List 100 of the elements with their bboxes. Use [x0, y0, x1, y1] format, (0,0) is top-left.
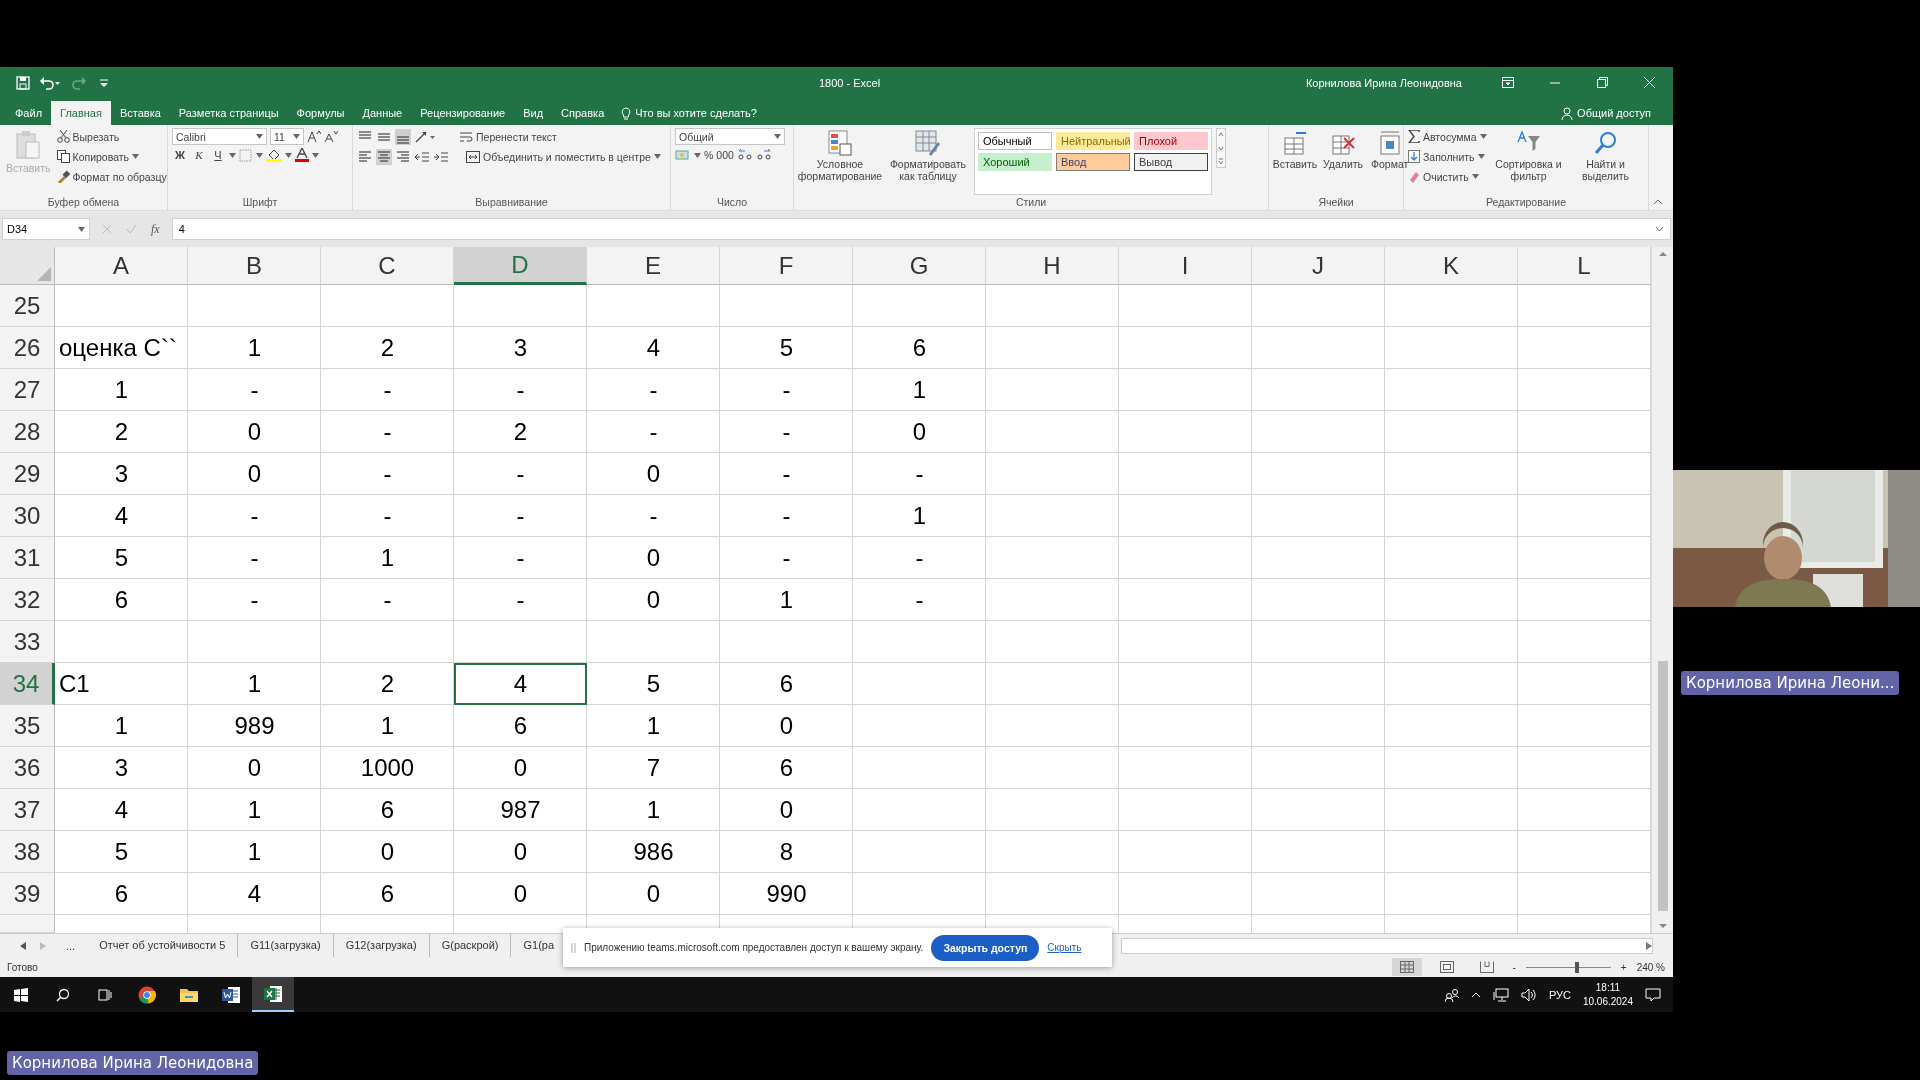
- document-app-icon[interactable]: [222, 986, 240, 1003]
- thousands-button[interactable]: 000: [716, 149, 734, 161]
- align-left-icon[interactable]: [357, 148, 373, 165]
- folder-icon[interactable]: [180, 987, 198, 1002]
- clear-button[interactable]: Очистить: [1423, 170, 1469, 183]
- column-header[interactable]: A: [55, 247, 188, 285]
- spreadsheet-app-icon[interactable]: [264, 985, 282, 1002]
- row-header[interactable]: 37: [0, 789, 55, 831]
- italic-button[interactable]: К: [191, 149, 207, 161]
- cell-style-swatch[interactable]: Обычный: [978, 132, 1052, 150]
- ribbon-tab[interactable]: Формулы: [287, 101, 354, 125]
- grow-font-icon[interactable]: [307, 130, 321, 143]
- number-format-field[interactable]: Общий: [675, 128, 785, 145]
- hide-link[interactable]: Скрыть: [1047, 942, 1082, 953]
- task-view-icon[interactable]: [98, 987, 112, 1002]
- row-header[interactable]: 27: [0, 369, 55, 411]
- gallery-scroll-icon[interactable]: [1216, 128, 1226, 168]
- expand-icon[interactable]: [1655, 226, 1664, 232]
- browser-icon[interactable]: [138, 985, 156, 1004]
- align-center-icon[interactable]: [376, 148, 392, 165]
- column-header[interactable]: D: [454, 247, 587, 285]
- ribbon-tab[interactable]: Вид: [514, 101, 553, 125]
- increase-decimal-icon[interactable]: [736, 148, 753, 162]
- notifications-icon[interactable]: [1645, 987, 1661, 1002]
- wrap-text-button[interactable]: Перенести текст: [459, 128, 557, 145]
- column-header[interactable]: H: [986, 247, 1119, 285]
- more-sheets-button[interactable]: ...: [66, 939, 76, 952]
- column-header[interactable]: B: [188, 247, 321, 285]
- underline-button[interactable]: Ч: [210, 149, 226, 161]
- previous-sheet-icon[interactable]: [20, 941, 26, 950]
- fill-button[interactable]: Заполнить: [1423, 150, 1475, 163]
- format-button[interactable]: Формат: [1369, 128, 1411, 195]
- delete-button[interactable]: Удалить: [1321, 128, 1365, 195]
- font-name-field[interactable]: Calibri: [172, 128, 267, 145]
- autosum-button[interactable]: Автосумма: [1423, 130, 1477, 143]
- input-language[interactable]: РУС: [1548, 988, 1571, 1001]
- column-header[interactable]: C: [321, 247, 454, 285]
- ribbon-tab[interactable]: Справка: [552, 101, 614, 125]
- cell-style-swatch[interactable]: Вывод: [1134, 153, 1208, 171]
- column-header[interactable]: J: [1252, 247, 1385, 285]
- customize-icon[interactable]: [100, 78, 108, 87]
- search-prompt[interactable]: Что вы хотите сделать?: [635, 107, 757, 119]
- windows-icon[interactable]: [14, 987, 28, 1002]
- percent-button[interactable]: %: [704, 149, 714, 161]
- row-header[interactable]: 35: [0, 705, 55, 747]
- row-header[interactable]: 29: [0, 453, 55, 495]
- find-select-button[interactable]: Найти и выделить: [1570, 128, 1641, 195]
- row-header[interactable]: 38: [0, 831, 55, 873]
- formula-input[interactable]: 4: [171, 218, 1671, 240]
- row-header[interactable]: 31: [0, 537, 55, 579]
- decrease-decimal-icon[interactable]: [755, 148, 772, 162]
- undo-icon[interactable]: [40, 75, 60, 90]
- share-button[interactable]: Общий доступ: [1577, 107, 1651, 119]
- row-header[interactable]: 36: [0, 747, 55, 789]
- row-header[interactable]: 33: [0, 621, 55, 663]
- column-header[interactable]: K: [1385, 247, 1518, 285]
- ribbon-tab[interactable]: Главная: [51, 101, 111, 125]
- insert-function-button[interactable]: fx: [151, 221, 160, 237]
- ribbon-tab[interactable]: Рецензирование: [411, 101, 515, 125]
- row-header[interactable]: 25: [0, 285, 55, 327]
- row-header[interactable]: 32: [0, 579, 55, 621]
- zoom-out-button[interactable]: -: [1512, 961, 1516, 973]
- copy-button[interactable]: Копировать: [72, 150, 130, 163]
- cell-style-swatch[interactable]: Ввод: [1056, 153, 1130, 171]
- column-header[interactable]: L: [1518, 247, 1651, 285]
- stop-sharing-button[interactable]: Закрыть доступ: [931, 934, 1040, 961]
- bottom-align-icon[interactable]: [395, 128, 411, 145]
- row-header[interactable]: 30: [0, 495, 55, 537]
- collapse-ribbon-icon[interactable]: [1653, 198, 1663, 206]
- cell-style-swatch[interactable]: Хороший: [978, 153, 1052, 171]
- cell-style-swatch[interactable]: Плохой: [1134, 132, 1208, 150]
- ribbon-tab[interactable]: Вставка: [110, 101, 170, 125]
- ribbon-tab[interactable]: Данные: [353, 101, 412, 125]
- row-header[interactable]: 28: [0, 411, 55, 453]
- row-header[interactable]: 39: [0, 873, 55, 915]
- ribbon-tab[interactable]: Файл: [6, 101, 52, 125]
- font-size-field[interactable]: 11: [270, 128, 304, 145]
- insert-button[interactable]: Вставить: [1273, 128, 1317, 195]
- horizontal-scrollbar[interactable]: [1121, 937, 1653, 954]
- row-header[interactable]: 26: [0, 327, 55, 369]
- volume-icon[interactable]: [1520, 987, 1537, 1002]
- format-as-table-button[interactable]: Форматировать как таблицу: [886, 128, 970, 195]
- row-header[interactable]: 34: [0, 663, 55, 705]
- people-icon[interactable]: [1444, 987, 1459, 1002]
- align-right-icon[interactable]: [395, 148, 411, 165]
- network-icon[interactable]: [1492, 987, 1509, 1002]
- scroll-down-icon[interactable]: [1658, 923, 1667, 929]
- conditional-formatting-button[interactable]: Условное форматирование: [798, 128, 882, 195]
- font-color-icon[interactable]: [295, 148, 309, 162]
- clock-date[interactable]: 10.06.2024: [1582, 994, 1633, 1009]
- chevron-up-icon[interactable]: [1470, 991, 1481, 998]
- column-header[interactable]: G: [853, 247, 986, 285]
- zoom-level[interactable]: 240 %: [1636, 961, 1665, 973]
- clock-time[interactable]: 18:11: [1595, 980, 1621, 995]
- close-icon[interactable]: [1644, 77, 1655, 88]
- name-box[interactable]: D34: [2, 218, 90, 240]
- restore-icon[interactable]: [1597, 77, 1608, 88]
- scroll-right-icon[interactable]: [1646, 941, 1652, 950]
- scroll-up-icon[interactable]: [1658, 251, 1667, 257]
- column-header[interactable]: I: [1119, 247, 1252, 285]
